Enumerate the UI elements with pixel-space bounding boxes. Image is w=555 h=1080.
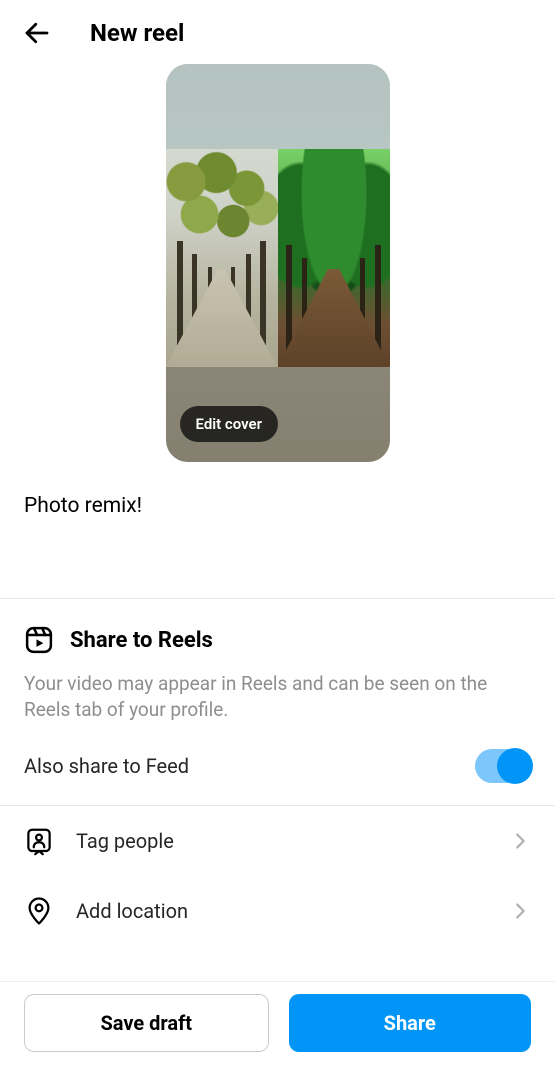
cover-bg-top (166, 64, 390, 149)
person-tag-icon (24, 826, 54, 856)
also-share-to-feed-label: Also share to Feed (24, 754, 189, 778)
tag-people-row[interactable]: Tag people (0, 806, 555, 876)
chevron-right-icon (509, 900, 531, 922)
cover-image (166, 149, 390, 367)
toggle-knob (497, 748, 533, 784)
footer: Save draft Share (0, 981, 555, 1080)
cover-preview[interactable]: Edit cover (166, 64, 390, 462)
cover-image-left (166, 149, 278, 367)
add-location-row[interactable]: Add location (0, 876, 555, 946)
header: New reel (0, 0, 555, 60)
edit-cover-button[interactable]: Edit cover (180, 406, 279, 442)
share-to-reels-title: Share to Reels (70, 628, 213, 653)
reels-icon (24, 625, 54, 655)
location-pin-icon (24, 896, 54, 926)
also-share-to-feed-row: Also share to Feed (24, 749, 531, 783)
cover-image-right (278, 149, 390, 367)
arrow-left-icon (22, 18, 52, 48)
chevron-right-icon (509, 830, 531, 852)
save-draft-button[interactable]: Save draft (24, 994, 269, 1052)
also-share-to-feed-toggle[interactable] (475, 749, 531, 783)
share-to-reels-description: Your video may appear in Reels and can b… (24, 671, 531, 723)
tag-people-label: Tag people (76, 829, 487, 853)
page-title: New reel (90, 19, 184, 47)
caption-input[interactable]: Photo remix! (0, 462, 555, 518)
share-to-reels-section: Share to Reels Your video may appear in … (0, 599, 555, 805)
options-list: Tag people Add location (0, 806, 555, 946)
share-button[interactable]: Share (289, 994, 532, 1052)
back-button[interactable] (20, 16, 54, 50)
add-location-label: Add location (76, 899, 487, 923)
cover-preview-wrap: Edit cover (0, 64, 555, 462)
